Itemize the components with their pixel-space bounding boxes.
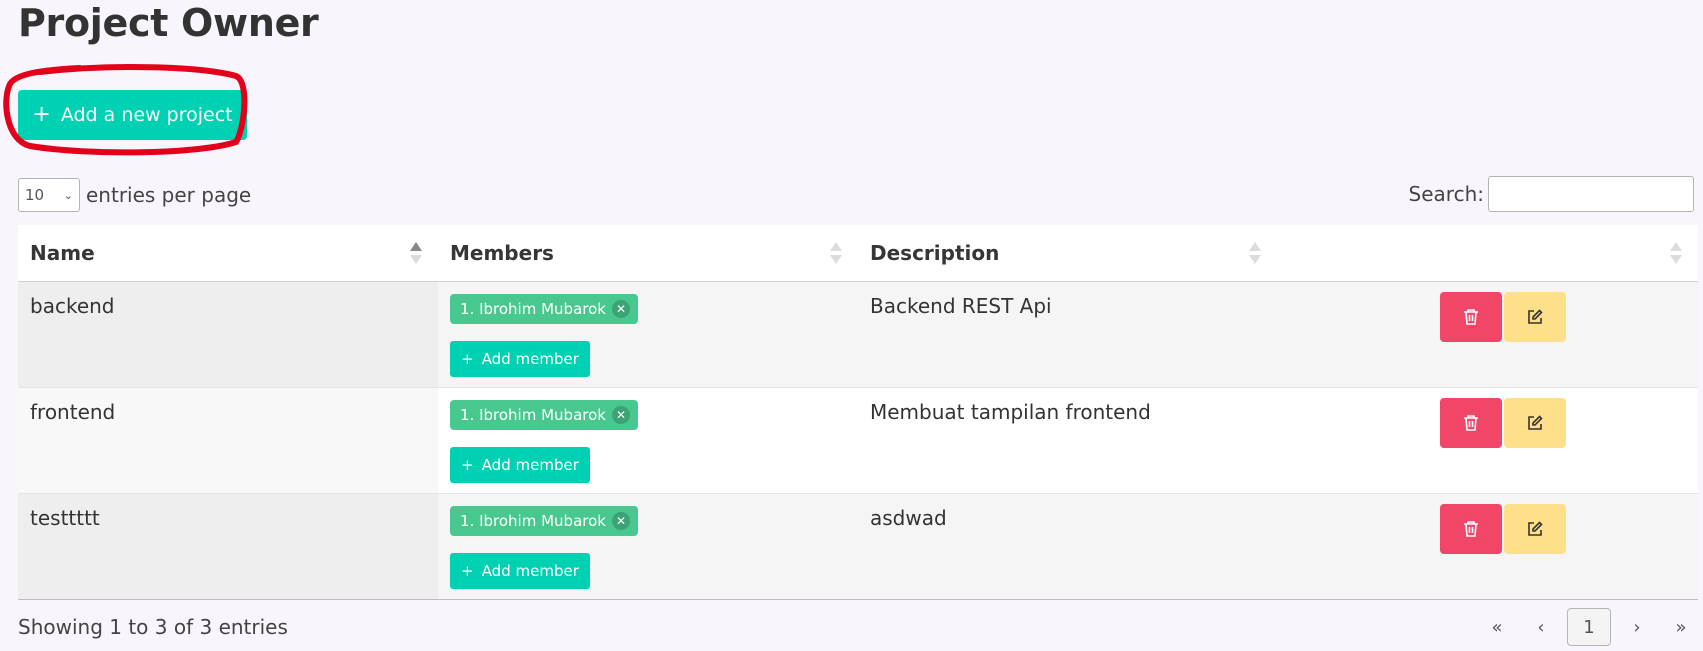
edit-icon bbox=[1528, 309, 1543, 324]
member-tag: 1. Ibrohim Mubarok ✕ bbox=[450, 506, 638, 536]
sort-icon bbox=[1670, 242, 1682, 264]
edit-icon bbox=[1528, 415, 1543, 430]
remove-member-icon[interactable]: ✕ bbox=[611, 512, 630, 530]
sort-icon bbox=[410, 242, 422, 264]
delete-button[interactable] bbox=[1440, 292, 1502, 342]
table-info: Showing 1 to 3 of 3 entries bbox=[18, 615, 288, 639]
member-name: 1. Ibrohim Mubarok bbox=[460, 406, 606, 424]
cell-name: testtttt bbox=[18, 494, 438, 599]
add-member-button[interactable]: + Add member bbox=[450, 341, 590, 377]
add-member-label: Add member bbox=[481, 456, 579, 474]
delete-button[interactable] bbox=[1440, 398, 1502, 448]
delete-button[interactable] bbox=[1440, 504, 1502, 554]
column-header-name-label: Name bbox=[30, 241, 95, 265]
cell-name: backend bbox=[18, 282, 438, 387]
plus-icon: + bbox=[32, 102, 51, 127]
cell-members: 1. Ibrohim Mubarok ✕ + Add member bbox=[438, 388, 858, 493]
search-input[interactable] bbox=[1488, 176, 1694, 212]
page-title: Project Owner bbox=[18, 1, 319, 45]
pagination-first[interactable]: « bbox=[1475, 608, 1519, 646]
add-member-label: Add member bbox=[481, 562, 579, 580]
cell-actions bbox=[1277, 494, 1698, 599]
table-header: Name Members Description bbox=[18, 225, 1698, 282]
column-header-name[interactable]: Name bbox=[18, 225, 438, 281]
add-project-button[interactable]: + Add a new project bbox=[18, 90, 247, 140]
pagination: « ‹ 1 › » bbox=[1475, 608, 1703, 646]
member-name: 1. Ibrohim Mubarok bbox=[460, 512, 606, 530]
sort-icon bbox=[1249, 242, 1261, 264]
cell-actions bbox=[1277, 282, 1698, 387]
cell-name: frontend bbox=[18, 388, 438, 493]
entries-per-page-select[interactable]: 10 ⌄ bbox=[18, 178, 80, 212]
column-header-members[interactable]: Members bbox=[438, 225, 858, 281]
entries-per-page-value: 10 bbox=[25, 186, 45, 204]
search-label: Search: bbox=[1408, 182, 1484, 206]
edit-icon bbox=[1528, 521, 1543, 536]
remove-member-icon[interactable]: ✕ bbox=[611, 300, 630, 318]
cell-description: asdwad bbox=[870, 506, 947, 530]
cell-description: Membuat tampilan frontend bbox=[870, 400, 1151, 424]
plus-icon: + bbox=[461, 562, 474, 580]
add-project-label: Add a new project bbox=[60, 104, 233, 126]
member-tag: 1. Ibrohim Mubarok ✕ bbox=[450, 294, 638, 324]
sort-icon bbox=[830, 242, 842, 264]
table-row: testtttt 1. Ibrohim Mubarok ✕ + Add memb… bbox=[18, 494, 1698, 600]
remove-member-icon[interactable]: ✕ bbox=[611, 406, 630, 424]
column-header-actions[interactable] bbox=[1277, 225, 1698, 281]
pagination-last[interactable]: » bbox=[1659, 608, 1703, 646]
add-member-button[interactable]: + Add member bbox=[450, 447, 590, 483]
entries-per-page-label: entries per page bbox=[86, 183, 252, 207]
pagination-prev[interactable]: ‹ bbox=[1519, 608, 1563, 646]
edit-button[interactable] bbox=[1504, 504, 1566, 554]
column-header-members-label: Members bbox=[450, 241, 554, 265]
column-header-description-label: Description bbox=[870, 241, 1000, 265]
pagination-page-current[interactable]: 1 bbox=[1567, 608, 1611, 646]
column-header-description[interactable]: Description bbox=[858, 225, 1277, 281]
pagination-next[interactable]: › bbox=[1615, 608, 1659, 646]
chevron-down-icon: ⌄ bbox=[63, 188, 73, 202]
edit-button[interactable] bbox=[1504, 398, 1566, 448]
table-row: frontend 1. Ibrohim Mubarok ✕ + Add memb… bbox=[18, 388, 1698, 494]
trash-icon bbox=[1464, 521, 1478, 537]
cell-description: Backend REST Api bbox=[870, 294, 1052, 318]
plus-icon: + bbox=[461, 456, 474, 474]
projects-table: Name Members Description backend 1. Ibro… bbox=[18, 225, 1698, 600]
cell-members: 1. Ibrohim Mubarok ✕ + Add member bbox=[438, 494, 858, 599]
trash-icon bbox=[1464, 415, 1478, 431]
member-tag: 1. Ibrohim Mubarok ✕ bbox=[450, 400, 638, 430]
add-member-label: Add member bbox=[481, 350, 579, 368]
member-name: 1. Ibrohim Mubarok bbox=[460, 300, 606, 318]
add-member-button[interactable]: + Add member bbox=[450, 553, 590, 589]
cell-actions bbox=[1277, 388, 1698, 493]
plus-icon: + bbox=[461, 350, 474, 368]
trash-icon bbox=[1464, 309, 1478, 325]
cell-members: 1. Ibrohim Mubarok ✕ + Add member bbox=[438, 282, 858, 387]
edit-button[interactable] bbox=[1504, 292, 1566, 342]
table-row: backend 1. Ibrohim Mubarok ✕ + Add membe… bbox=[18, 282, 1698, 388]
